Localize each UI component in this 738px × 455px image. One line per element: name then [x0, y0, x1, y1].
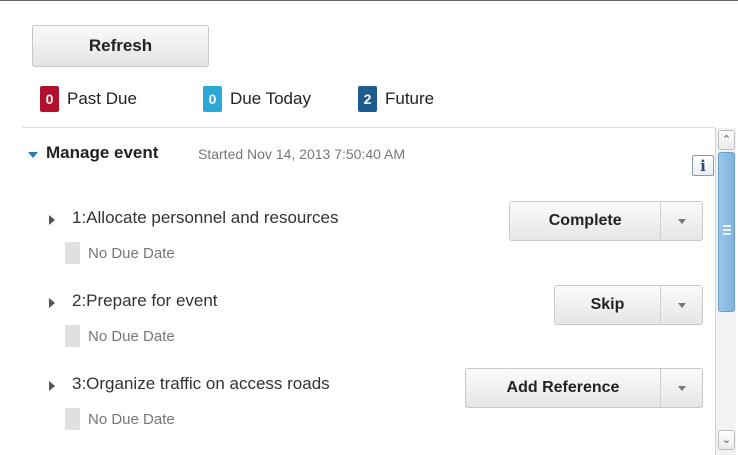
window-top-border: [0, 0, 738, 1]
scroll-down-icon[interactable]: ⌄: [718, 430, 735, 450]
task-due-date: No Due Date: [88, 411, 175, 428]
task-due-date: No Due Date: [88, 245, 175, 262]
event-header[interactable]: Manage event Started Nov 14, 2013 7:50:4…: [22, 142, 715, 176]
skip-split-button: Skip: [554, 285, 703, 325]
refresh-button[interactable]: Refresh: [32, 25, 209, 67]
grip-icon: [723, 225, 731, 235]
future-label: Future: [385, 89, 435, 108]
chevron-right-icon[interactable]: [49, 215, 55, 225]
due-today-count-badge: 0: [203, 86, 222, 112]
chevron-right-icon[interactable]: [49, 298, 55, 308]
task-title[interactable]: 2:Prepare for event: [72, 291, 218, 311]
caret-down-icon[interactable]: [661, 202, 702, 240]
task-title[interactable]: 3:Organize traffic on access roads: [72, 374, 330, 394]
status-future[interactable]: 2 Future: [358, 86, 434, 112]
scrollbar-thumb[interactable]: [718, 152, 735, 312]
complete-split-button: Complete: [509, 201, 703, 241]
skip-button[interactable]: Skip: [555, 286, 661, 324]
due-date-swatch: [65, 242, 80, 264]
task-title[interactable]: 1:Allocate personnel and resources: [72, 208, 339, 228]
vertical-scrollbar[interactable]: ⌃ ⌄: [715, 128, 736, 455]
status-past-due[interactable]: 0 Past Due: [40, 86, 137, 112]
event-title: Manage event: [46, 143, 159, 162]
task-due-date: No Due Date: [88, 328, 175, 345]
due-date-swatch: [65, 325, 80, 347]
caret-down-icon[interactable]: [661, 369, 702, 407]
chevron-down-icon[interactable]: [28, 152, 38, 158]
event-started-time: Started Nov 14, 2013 7:50:40 AM: [198, 146, 406, 162]
scroll-up-icon[interactable]: ⌃: [718, 130, 735, 150]
add-reference-button[interactable]: Add Reference: [466, 369, 661, 407]
chevron-right-icon[interactable]: [49, 381, 55, 391]
past-due-label: Past Due: [67, 89, 137, 108]
add-reference-split-button: Add Reference: [465, 368, 703, 408]
complete-button[interactable]: Complete: [510, 202, 662, 240]
future-count-badge: 2: [358, 86, 377, 112]
caret-down-icon[interactable]: [661, 286, 702, 324]
past-due-count-badge: 0: [40, 86, 59, 112]
due-today-label: Due Today: [230, 89, 311, 108]
info-icon[interactable]: i: [692, 155, 714, 176]
status-due-today[interactable]: 0 Due Today: [203, 86, 311, 112]
due-date-swatch: [65, 408, 80, 430]
